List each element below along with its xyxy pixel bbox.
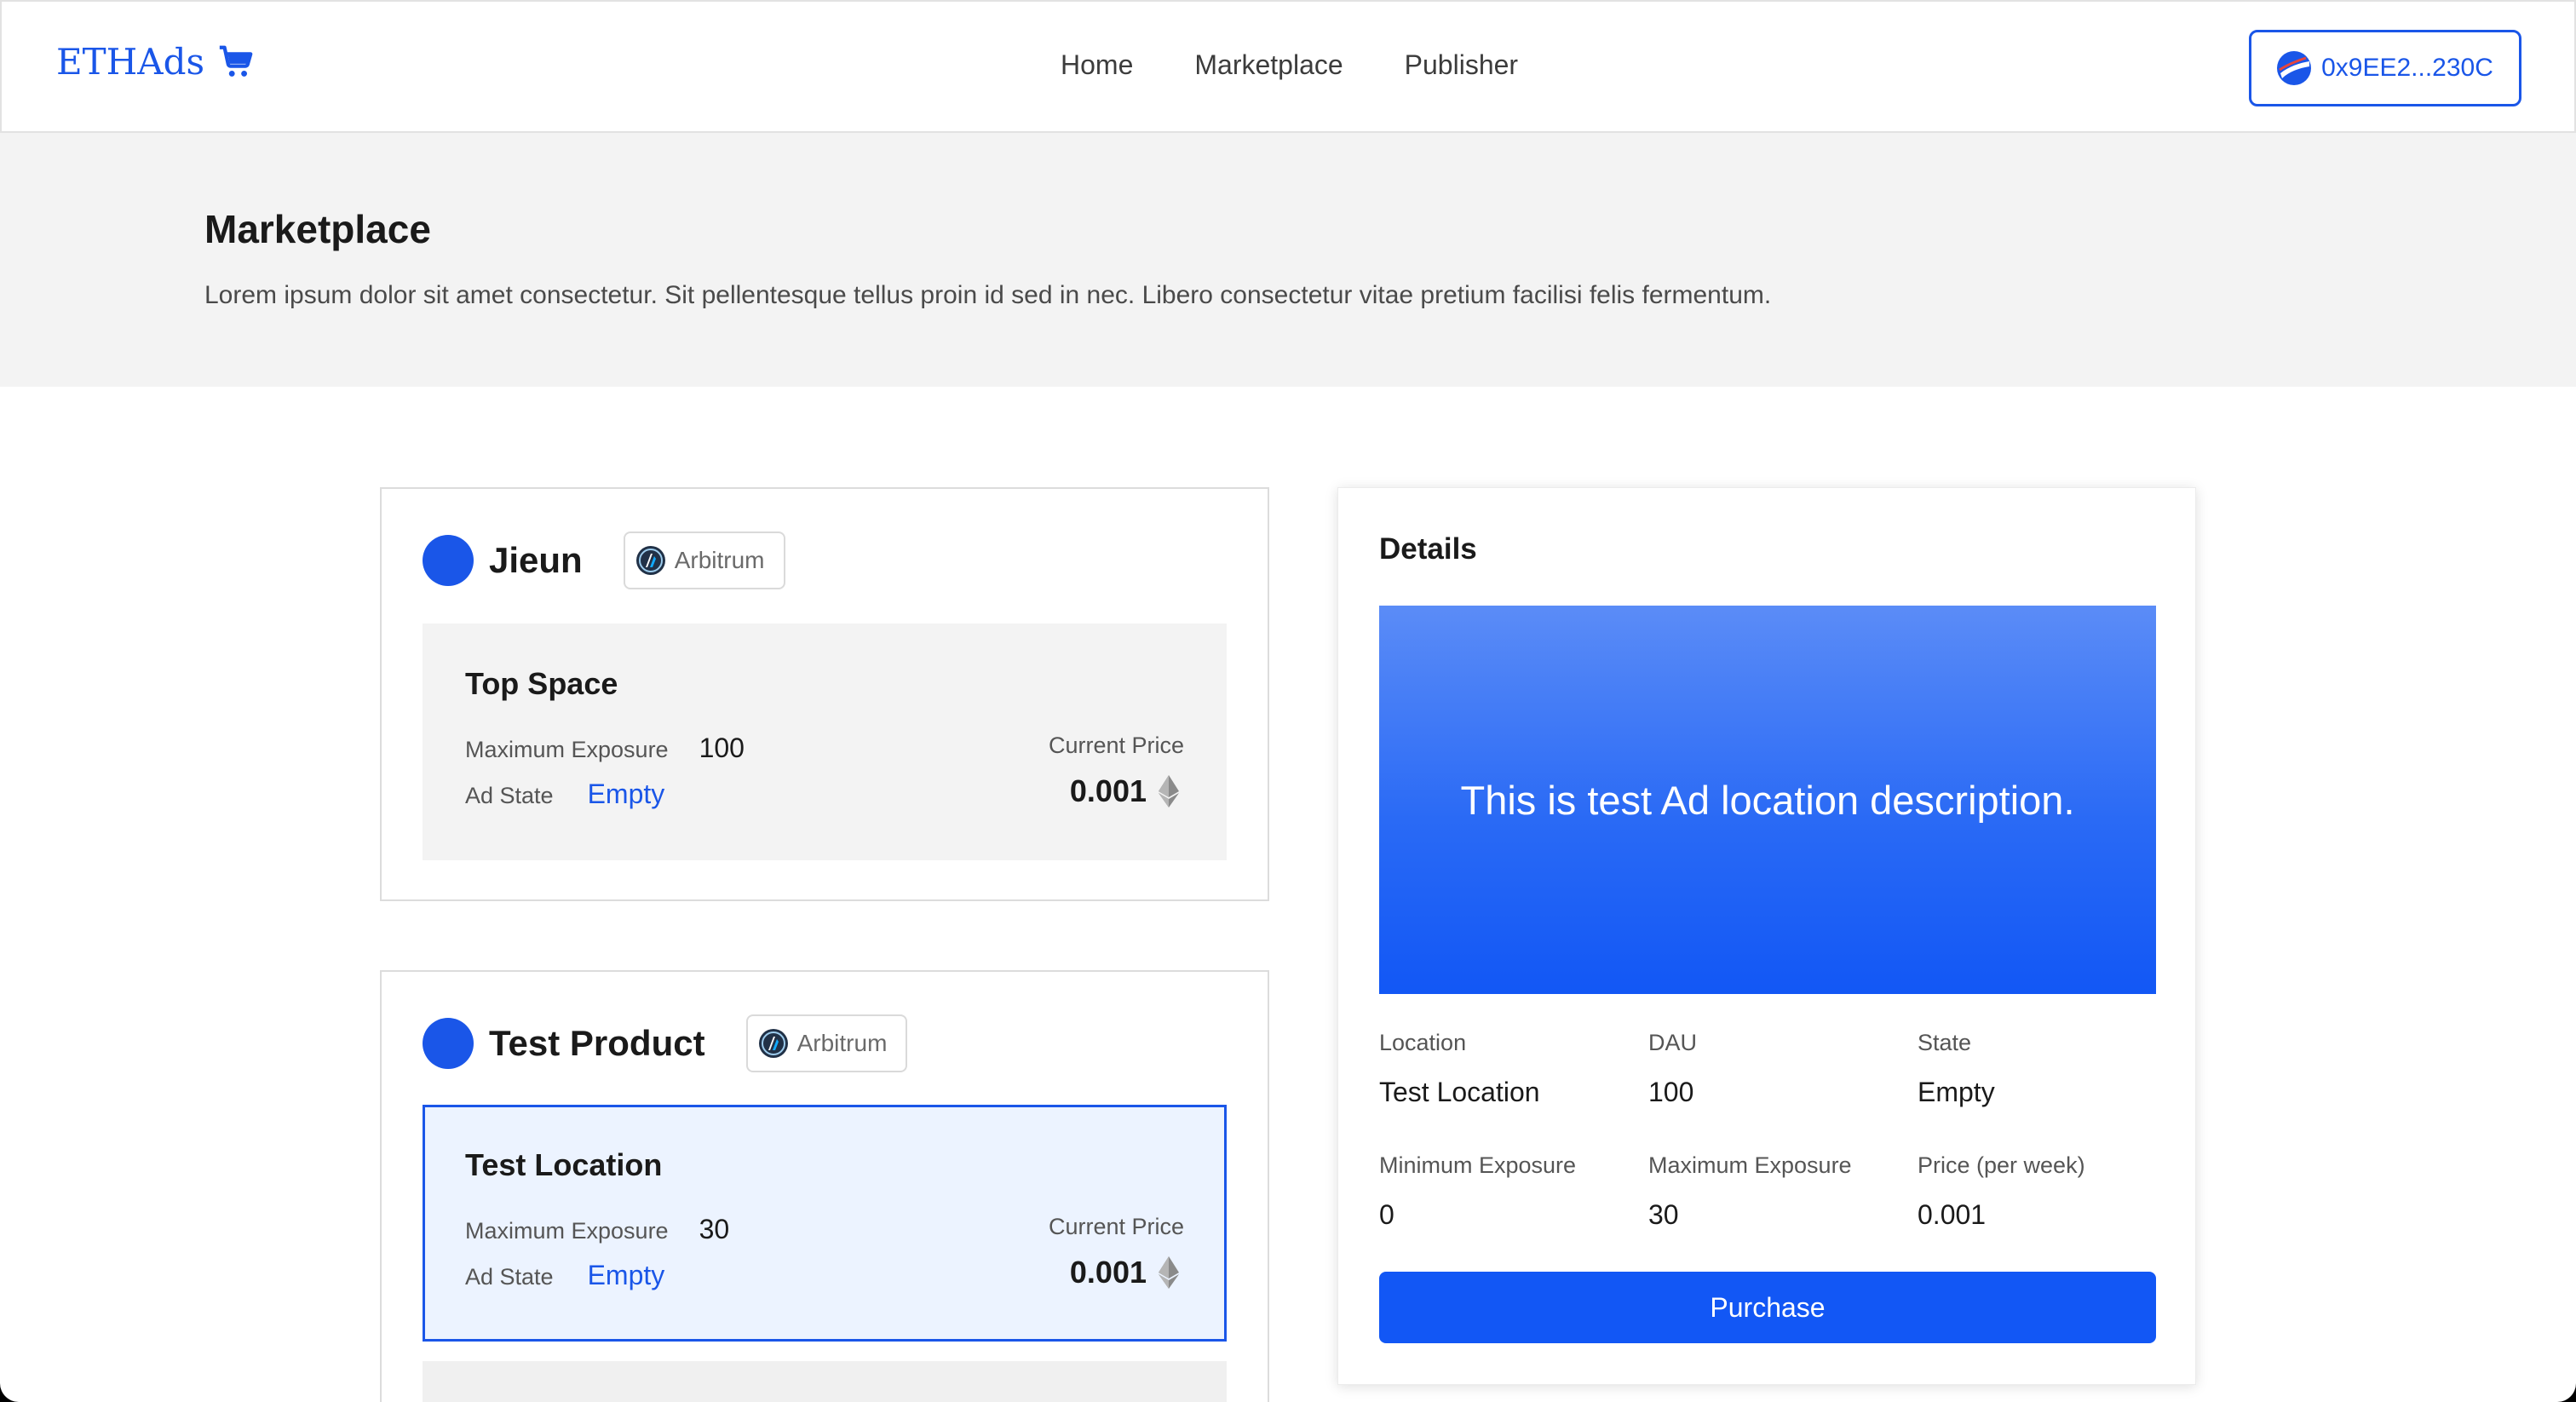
ad-slot-card[interactable]: [423, 1361, 1227, 1402]
current-price: 0.001: [1070, 1255, 1179, 1290]
ad-state-label: Ad State: [465, 1264, 554, 1290]
product-avatar: [423, 1018, 474, 1069]
info-state: State Empty: [1918, 1030, 2187, 1108]
cart-icon: [219, 45, 253, 77]
product-card: Jieun Arbitrum Top Space Maximum Exposur…: [380, 487, 1269, 901]
nav-marketplace[interactable]: Marketplace: [1194, 49, 1343, 81]
arbitrum-icon: [635, 546, 665, 575]
page-description: Lorem ipsum dolor sit amet consectetur. …: [204, 281, 1772, 309]
max-exposure-row: Maximum Exposure 100: [465, 733, 745, 764]
product-name: Jieun: [489, 540, 583, 580]
info-value: 0.001: [1918, 1199, 1987, 1230]
chain-name: Arbitrum: [674, 547, 765, 573]
ad-state-label: Ad State: [465, 783, 554, 808]
nav-publisher[interactable]: Publisher: [1405, 49, 1518, 81]
ad-slot-card[interactable]: Top Space Maximum Exposure 100 Ad State …: [423, 623, 1227, 860]
current-price-value: 0.001: [1069, 1255, 1147, 1290]
info-label: Minimum Exposure: [1379, 1152, 1577, 1178]
ad-state-row: Ad State Empty: [465, 779, 664, 810]
logo[interactable]: ETHAds: [56, 41, 256, 83]
info-value: 30: [1648, 1199, 1679, 1230]
info-min-exposure: Minimum Exposure 0: [1379, 1152, 1648, 1231]
main-nav: Home Marketplace Publisher: [1061, 49, 1518, 81]
info-label: Location: [1379, 1030, 1467, 1055]
wallet-avatar-icon: [2277, 51, 2312, 85]
chain-badge: Arbitrum: [623, 531, 785, 589]
eth-icon: [1159, 1256, 1179, 1289]
details-title: Details: [1379, 532, 1477, 566]
page-title: Marketplace: [204, 207, 431, 251]
ad-state-row: Ad State Empty: [465, 1260, 664, 1291]
product-name: Test Product: [489, 1023, 705, 1063]
info-label: Price (per week): [1918, 1152, 2085, 1178]
slot-title: Test Location: [465, 1147, 663, 1182]
info-value: 0: [1379, 1199, 1394, 1230]
nav-home[interactable]: Home: [1061, 49, 1133, 81]
max-exposure-value: 30: [699, 1214, 730, 1244]
arbitrum-icon: [758, 1029, 788, 1058]
product-header: Jieun Arbitrum: [423, 531, 785, 589]
info-label: State: [1918, 1030, 1972, 1055]
info-label: Maximum Exposure: [1648, 1152, 1852, 1178]
slot-title: Top Space: [465, 666, 618, 701]
ad-slot-card-selected[interactable]: Test Location Maximum Exposure 30 Ad Sta…: [423, 1105, 1227, 1342]
eth-icon: [1159, 775, 1179, 807]
ad-state-value: Empty: [587, 1260, 665, 1290]
top-navbar: ETHAds Home Marketplace Publisher 0x9EE2…: [0, 0, 2576, 133]
details-panel: Details This is test Ad location descrip…: [1337, 487, 2196, 1385]
product-avatar: [423, 535, 474, 586]
logo-text: ETHAds: [56, 41, 205, 83]
info-value: Empty: [1918, 1077, 1995, 1107]
max-exposure-value: 100: [699, 733, 745, 763]
info-value: Test Location: [1379, 1077, 1540, 1107]
info-max-exposure: Maximum Exposure 30: [1648, 1152, 1918, 1231]
max-exposure-row: Maximum Exposure 30: [465, 1214, 729, 1245]
hero-section: Marketplace Lorem ipsum dolor sit amet c…: [0, 133, 2576, 387]
purchase-button[interactable]: Purchase: [1379, 1272, 2156, 1343]
info-price: Price (per week) 0.001: [1918, 1152, 2187, 1231]
banner-text: This is test Ad location description.: [1460, 777, 2075, 823]
wallet-button[interactable]: 0x9EE2...230C: [2249, 30, 2521, 106]
max-exposure-label: Maximum Exposure: [465, 1218, 669, 1244]
ad-state-value: Empty: [587, 779, 665, 809]
info-label: DAU: [1648, 1030, 1698, 1055]
product-header: Test Product Arbitrum: [423, 1014, 908, 1072]
product-card: Test Product Arbitrum Test Location Maxi…: [380, 970, 1269, 1402]
current-price-value: 0.001: [1069, 773, 1147, 808]
chain-badge: Arbitrum: [745, 1014, 908, 1072]
current-price-label: Current Price: [1048, 1214, 1184, 1239]
ad-banner-preview: This is test Ad location description.: [1379, 606, 2156, 994]
wallet-address: 0x9EE2...230C: [2321, 54, 2493, 82]
info-value: 100: [1648, 1077, 1694, 1107]
max-exposure-label: Maximum Exposure: [465, 737, 669, 762]
info-dau: DAU 100: [1648, 1030, 1918, 1108]
chain-name: Arbitrum: [796, 1030, 888, 1056]
current-price-label: Current Price: [1048, 733, 1184, 758]
info-location: Location Test Location: [1379, 1030, 1648, 1108]
app-screen: ETHAds Home Marketplace Publisher 0x9EE2…: [0, 0, 2576, 1402]
current-price: 0.001: [1070, 773, 1179, 809]
